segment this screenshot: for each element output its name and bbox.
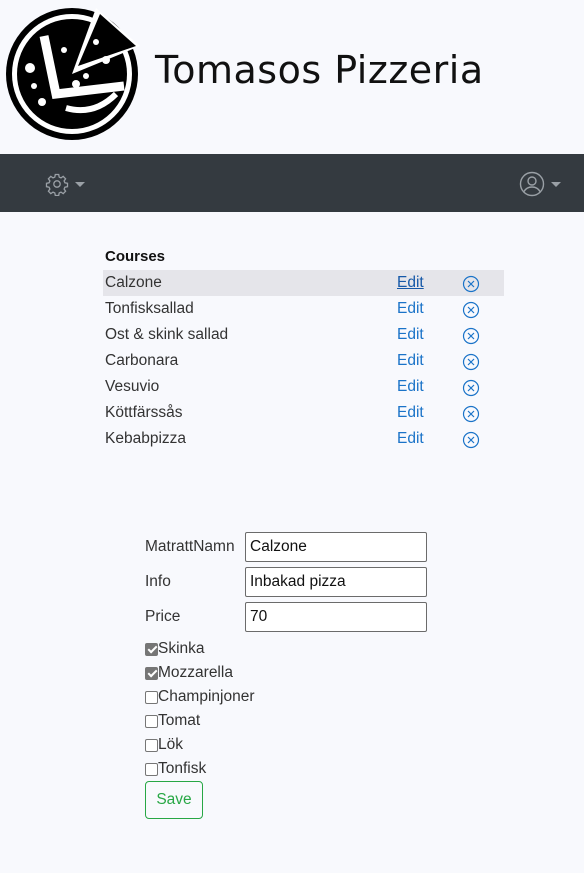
chevron-down-icon bbox=[551, 181, 561, 187]
course-row: Ost & skink sallad Edit bbox=[103, 322, 504, 348]
ingredient-checkbox-tomat[interactable]: Tomat bbox=[145, 710, 200, 732]
course-name: Carbonara bbox=[105, 352, 179, 369]
brand-title: Tomasos Pizzeria bbox=[155, 48, 484, 92]
ingredient-checkbox-skinka[interactable]: Skinka bbox=[145, 638, 205, 660]
course-row: Carbonara Edit bbox=[103, 348, 504, 374]
course-name: Vesuvio bbox=[105, 378, 160, 395]
edit-link[interactable]: Edit bbox=[397, 296, 424, 322]
checkbox[interactable] bbox=[145, 642, 158, 656]
save-button[interactable]: Save bbox=[145, 781, 203, 819]
edit-link[interactable]: Edit bbox=[397, 426, 424, 452]
ingredient-checkbox-lok[interactable]: Lök bbox=[145, 734, 183, 756]
course-row: Köttfärssås Edit bbox=[103, 400, 504, 426]
ingredient-label: Skinka bbox=[158, 640, 205, 657]
settings-dropdown[interactable] bbox=[45, 171, 91, 197]
edit-link[interactable]: Edit bbox=[397, 400, 424, 426]
courses-list: Courses Calzone Edit Tonfisksallad Edit Ost … bbox=[103, 244, 504, 452]
price-input[interactable] bbox=[245, 602, 427, 632]
checkbox[interactable] bbox=[145, 762, 158, 776]
course-row: Vesuvio Edit bbox=[103, 374, 504, 400]
courses-title: Courses bbox=[105, 248, 166, 265]
edit-link[interactable]: Edit bbox=[397, 374, 424, 400]
price-label: Price bbox=[145, 608, 181, 625]
ingredient-label: Mozzarella bbox=[158, 664, 233, 681]
course-name: Kebabpizza bbox=[105, 430, 187, 447]
ingredient-label: Tonfisk bbox=[158, 760, 207, 777]
ingredient-label: Lök bbox=[158, 736, 183, 753]
circle-x-icon[interactable] bbox=[462, 405, 480, 423]
circle-x-icon[interactable] bbox=[462, 327, 480, 345]
user-circle-icon bbox=[519, 171, 545, 197]
circle-x-icon[interactable] bbox=[462, 301, 480, 319]
ingredient-checkbox-tonfisk[interactable]: Tonfisk bbox=[145, 758, 206, 780]
ingredient-label: Tomat bbox=[158, 712, 201, 729]
checkbox[interactable] bbox=[145, 666, 158, 680]
header: Tomasos Pizzeria bbox=[0, 0, 584, 154]
checkbox[interactable] bbox=[145, 690, 158, 704]
circle-x-icon[interactable] bbox=[462, 275, 480, 293]
ingredient-checkbox-mozzarella[interactable]: Mozzarella bbox=[145, 662, 233, 684]
circle-x-icon[interactable] bbox=[462, 379, 480, 397]
name-label: MatrattNamn bbox=[145, 538, 235, 555]
ingredient-checkbox-champinjoner[interactable]: Champinjoner bbox=[145, 686, 255, 708]
course-name: Ost & skink sallad bbox=[105, 326, 229, 343]
course-row: Kebabpizza Edit bbox=[103, 426, 504, 452]
user-dropdown[interactable] bbox=[519, 171, 565, 197]
course-name: Calzone bbox=[105, 274, 162, 291]
course-row: Tonfisksallad Edit bbox=[103, 296, 504, 322]
edit-link[interactable]: Edit bbox=[397, 322, 424, 348]
pizza-logo-icon bbox=[6, 8, 140, 140]
ingredient-label: Champinjoner bbox=[158, 688, 255, 705]
course-name: Köttfärssås bbox=[105, 404, 183, 421]
info-input[interactable] bbox=[245, 567, 427, 597]
circle-x-icon[interactable] bbox=[462, 353, 480, 371]
course-row: Calzone Edit bbox=[103, 270, 504, 296]
checkbox[interactable] bbox=[145, 714, 158, 728]
info-label: Info bbox=[145, 573, 171, 590]
edit-link[interactable]: Edit bbox=[397, 348, 424, 374]
edit-link[interactable]: Edit bbox=[397, 270, 424, 296]
checkbox[interactable] bbox=[145, 738, 158, 752]
chevron-down-icon bbox=[75, 181, 85, 187]
course-name: Tonfisksallad bbox=[105, 300, 194, 317]
name-input[interactable] bbox=[245, 532, 427, 562]
gear-icon bbox=[45, 173, 69, 196]
circle-x-icon[interactable] bbox=[462, 431, 480, 449]
